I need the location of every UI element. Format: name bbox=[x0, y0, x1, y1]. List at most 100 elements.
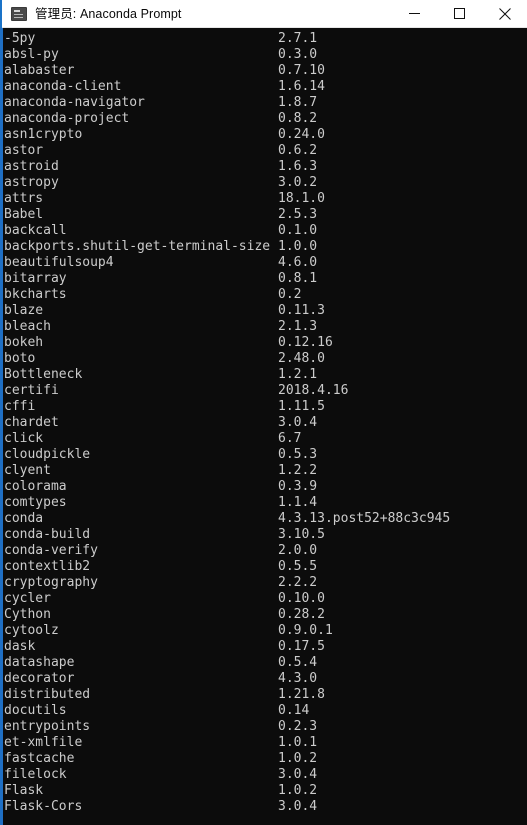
package-row: certifi 2018.4.16 bbox=[0, 383, 527, 399]
package-name: backcall bbox=[4, 223, 67, 238]
package-name: clyent bbox=[4, 463, 51, 478]
package-name: comtypes bbox=[4, 495, 67, 510]
package-name: datashape bbox=[4, 655, 75, 670]
package-name: Flask bbox=[4, 783, 44, 798]
package-version: 0.17.5 bbox=[278, 639, 325, 654]
package-version: 0.24.0 bbox=[278, 127, 325, 142]
package-version: 1.21.8 bbox=[278, 687, 325, 702]
package-version: 0.8.2 bbox=[278, 111, 318, 126]
package-version: 1.11.5 bbox=[278, 399, 325, 414]
package-version: 0.12.16 bbox=[278, 335, 333, 350]
package-name: asn1crypto bbox=[4, 127, 83, 142]
minimize-button[interactable] bbox=[392, 0, 437, 28]
package-name: astor bbox=[4, 143, 44, 158]
package-row: conda-build 3.10.5 bbox=[0, 527, 527, 543]
package-version: 0.3.9 bbox=[278, 479, 318, 494]
package-name: alabaster bbox=[4, 63, 75, 78]
package-name: blaze bbox=[4, 303, 44, 318]
package-version: 0.2.3 bbox=[278, 719, 318, 734]
package-version: 3.0.4 bbox=[278, 415, 318, 430]
package-version: 3.0.4 bbox=[278, 767, 318, 782]
package-row: backports.shutil-get-terminal-size 1.0.0 bbox=[0, 239, 527, 255]
package-version: 0.9.0.1 bbox=[278, 623, 333, 638]
package-row: docutils 0.14 bbox=[0, 703, 527, 719]
package-name: bleach bbox=[4, 319, 51, 334]
package-version: 0.14 bbox=[278, 703, 310, 718]
package-name: dask bbox=[4, 639, 36, 654]
package-row: bitarray 0.8.1 bbox=[0, 271, 527, 287]
package-version: 1.2.2 bbox=[278, 463, 318, 478]
package-version: 0.28.2 bbox=[278, 607, 325, 622]
package-name: attrs bbox=[4, 191, 44, 206]
window-titlebar[interactable]: 管理员: Anaconda Prompt bbox=[0, 0, 527, 28]
package-version: 1.2.1 bbox=[278, 367, 318, 382]
package-name: backports.shutil-get-terminal-size bbox=[4, 239, 271, 254]
package-name: -5py bbox=[4, 31, 36, 46]
package-row: colorama 0.3.9 bbox=[0, 479, 527, 495]
package-name: cloudpickle bbox=[4, 447, 91, 462]
package-row: distributed 1.21.8 bbox=[0, 687, 527, 703]
package-version: 0.10.0 bbox=[278, 591, 325, 606]
package-row: anaconda-navigator 1.8.7 bbox=[0, 95, 527, 111]
package-version: 1.0.2 bbox=[278, 751, 318, 766]
package-row: backcall 0.1.0 bbox=[0, 223, 527, 239]
package-name: anaconda-project bbox=[4, 111, 130, 126]
package-name: click bbox=[4, 431, 44, 446]
package-version: 2.1.3 bbox=[278, 319, 318, 334]
terminal-lines: -5py 2.7.1 absl-py 0.3.0 alabaster 0.7.10 anac… bbox=[0, 28, 527, 825]
package-row: astor 0.6.2 bbox=[0, 143, 527, 159]
package-name: cycler bbox=[4, 591, 51, 606]
package-row: cloudpickle 0.5.3 bbox=[0, 447, 527, 463]
package-name: absl-py bbox=[4, 47, 59, 62]
package-version: 3.10.5 bbox=[278, 527, 325, 542]
package-row: bleach 2.1.3 bbox=[0, 319, 527, 335]
package-row: attrs 18.1.0 bbox=[0, 191, 527, 207]
package-row: Bottleneck 1.2.1 bbox=[0, 367, 527, 383]
package-row: -5py 2.7.1 bbox=[0, 31, 527, 47]
maximize-button[interactable] bbox=[437, 0, 482, 28]
package-row: clyent 1.2.2 bbox=[0, 463, 527, 479]
package-version: 4.3.13.post52+88c3c945 bbox=[278, 511, 451, 526]
package-row: decorator 4.3.0 bbox=[0, 671, 527, 687]
package-name: colorama bbox=[4, 479, 67, 494]
package-name: Babel bbox=[4, 207, 44, 222]
package-row: datashape 0.5.4 bbox=[0, 655, 527, 671]
terminal-output-area[interactable]: -5py 2.7.1 absl-py 0.3.0 alabaster 0.7.10 anac… bbox=[0, 28, 527, 825]
console-window: 管理员: Anaconda Prompt -5py 2.7.1 absl-py … bbox=[0, 0, 527, 825]
package-name: cffi bbox=[4, 399, 36, 414]
package-version: 1.8.7 bbox=[278, 95, 318, 110]
console-app-icon bbox=[11, 6, 27, 21]
package-row: astropy 3.0.2 bbox=[0, 175, 527, 191]
package-row: anaconda-project 0.8.2 bbox=[0, 111, 527, 127]
package-row: et-xmlfile 1.0.1 bbox=[0, 735, 527, 751]
package-name: entrypoints bbox=[4, 719, 91, 734]
package-name: conda bbox=[4, 511, 44, 526]
package-row: Babel 2.5.3 bbox=[0, 207, 527, 223]
package-row: boto 2.48.0 bbox=[0, 351, 527, 367]
package-version: 0.2 bbox=[278, 287, 302, 302]
package-row: chardet 3.0.4 bbox=[0, 415, 527, 431]
package-name: distributed bbox=[4, 687, 91, 702]
package-version: 1.1.4 bbox=[278, 495, 318, 510]
package-row: asn1crypto 0.24.0 bbox=[0, 127, 527, 143]
package-name: anaconda-client bbox=[4, 79, 122, 94]
package-version: 2.5.3 bbox=[278, 207, 318, 222]
package-row: anaconda-client 1.6.14 bbox=[0, 79, 527, 95]
package-name: Cython bbox=[4, 607, 51, 622]
close-icon bbox=[498, 7, 511, 20]
maximize-icon bbox=[454, 8, 465, 19]
package-name: bkcharts bbox=[4, 287, 67, 302]
minimize-icon bbox=[409, 13, 420, 14]
package-version: 1.0.1 bbox=[278, 735, 318, 750]
package-row: blaze 0.11.3 bbox=[0, 303, 527, 319]
package-version: 2.2.2 bbox=[278, 575, 318, 590]
package-version: 1.0.2 bbox=[278, 783, 318, 798]
package-version: 3.0.4 bbox=[278, 799, 318, 814]
close-button[interactable] bbox=[482, 0, 527, 28]
terminal-accent-bar bbox=[0, 28, 3, 825]
window-title: 管理员: Anaconda Prompt bbox=[35, 6, 182, 21]
package-row: cytoolz 0.9.0.1 bbox=[0, 623, 527, 639]
package-row: click 6.7 bbox=[0, 431, 527, 447]
package-row: conda-verify 2.0.0 bbox=[0, 543, 527, 559]
package-name: cryptography bbox=[4, 575, 98, 590]
